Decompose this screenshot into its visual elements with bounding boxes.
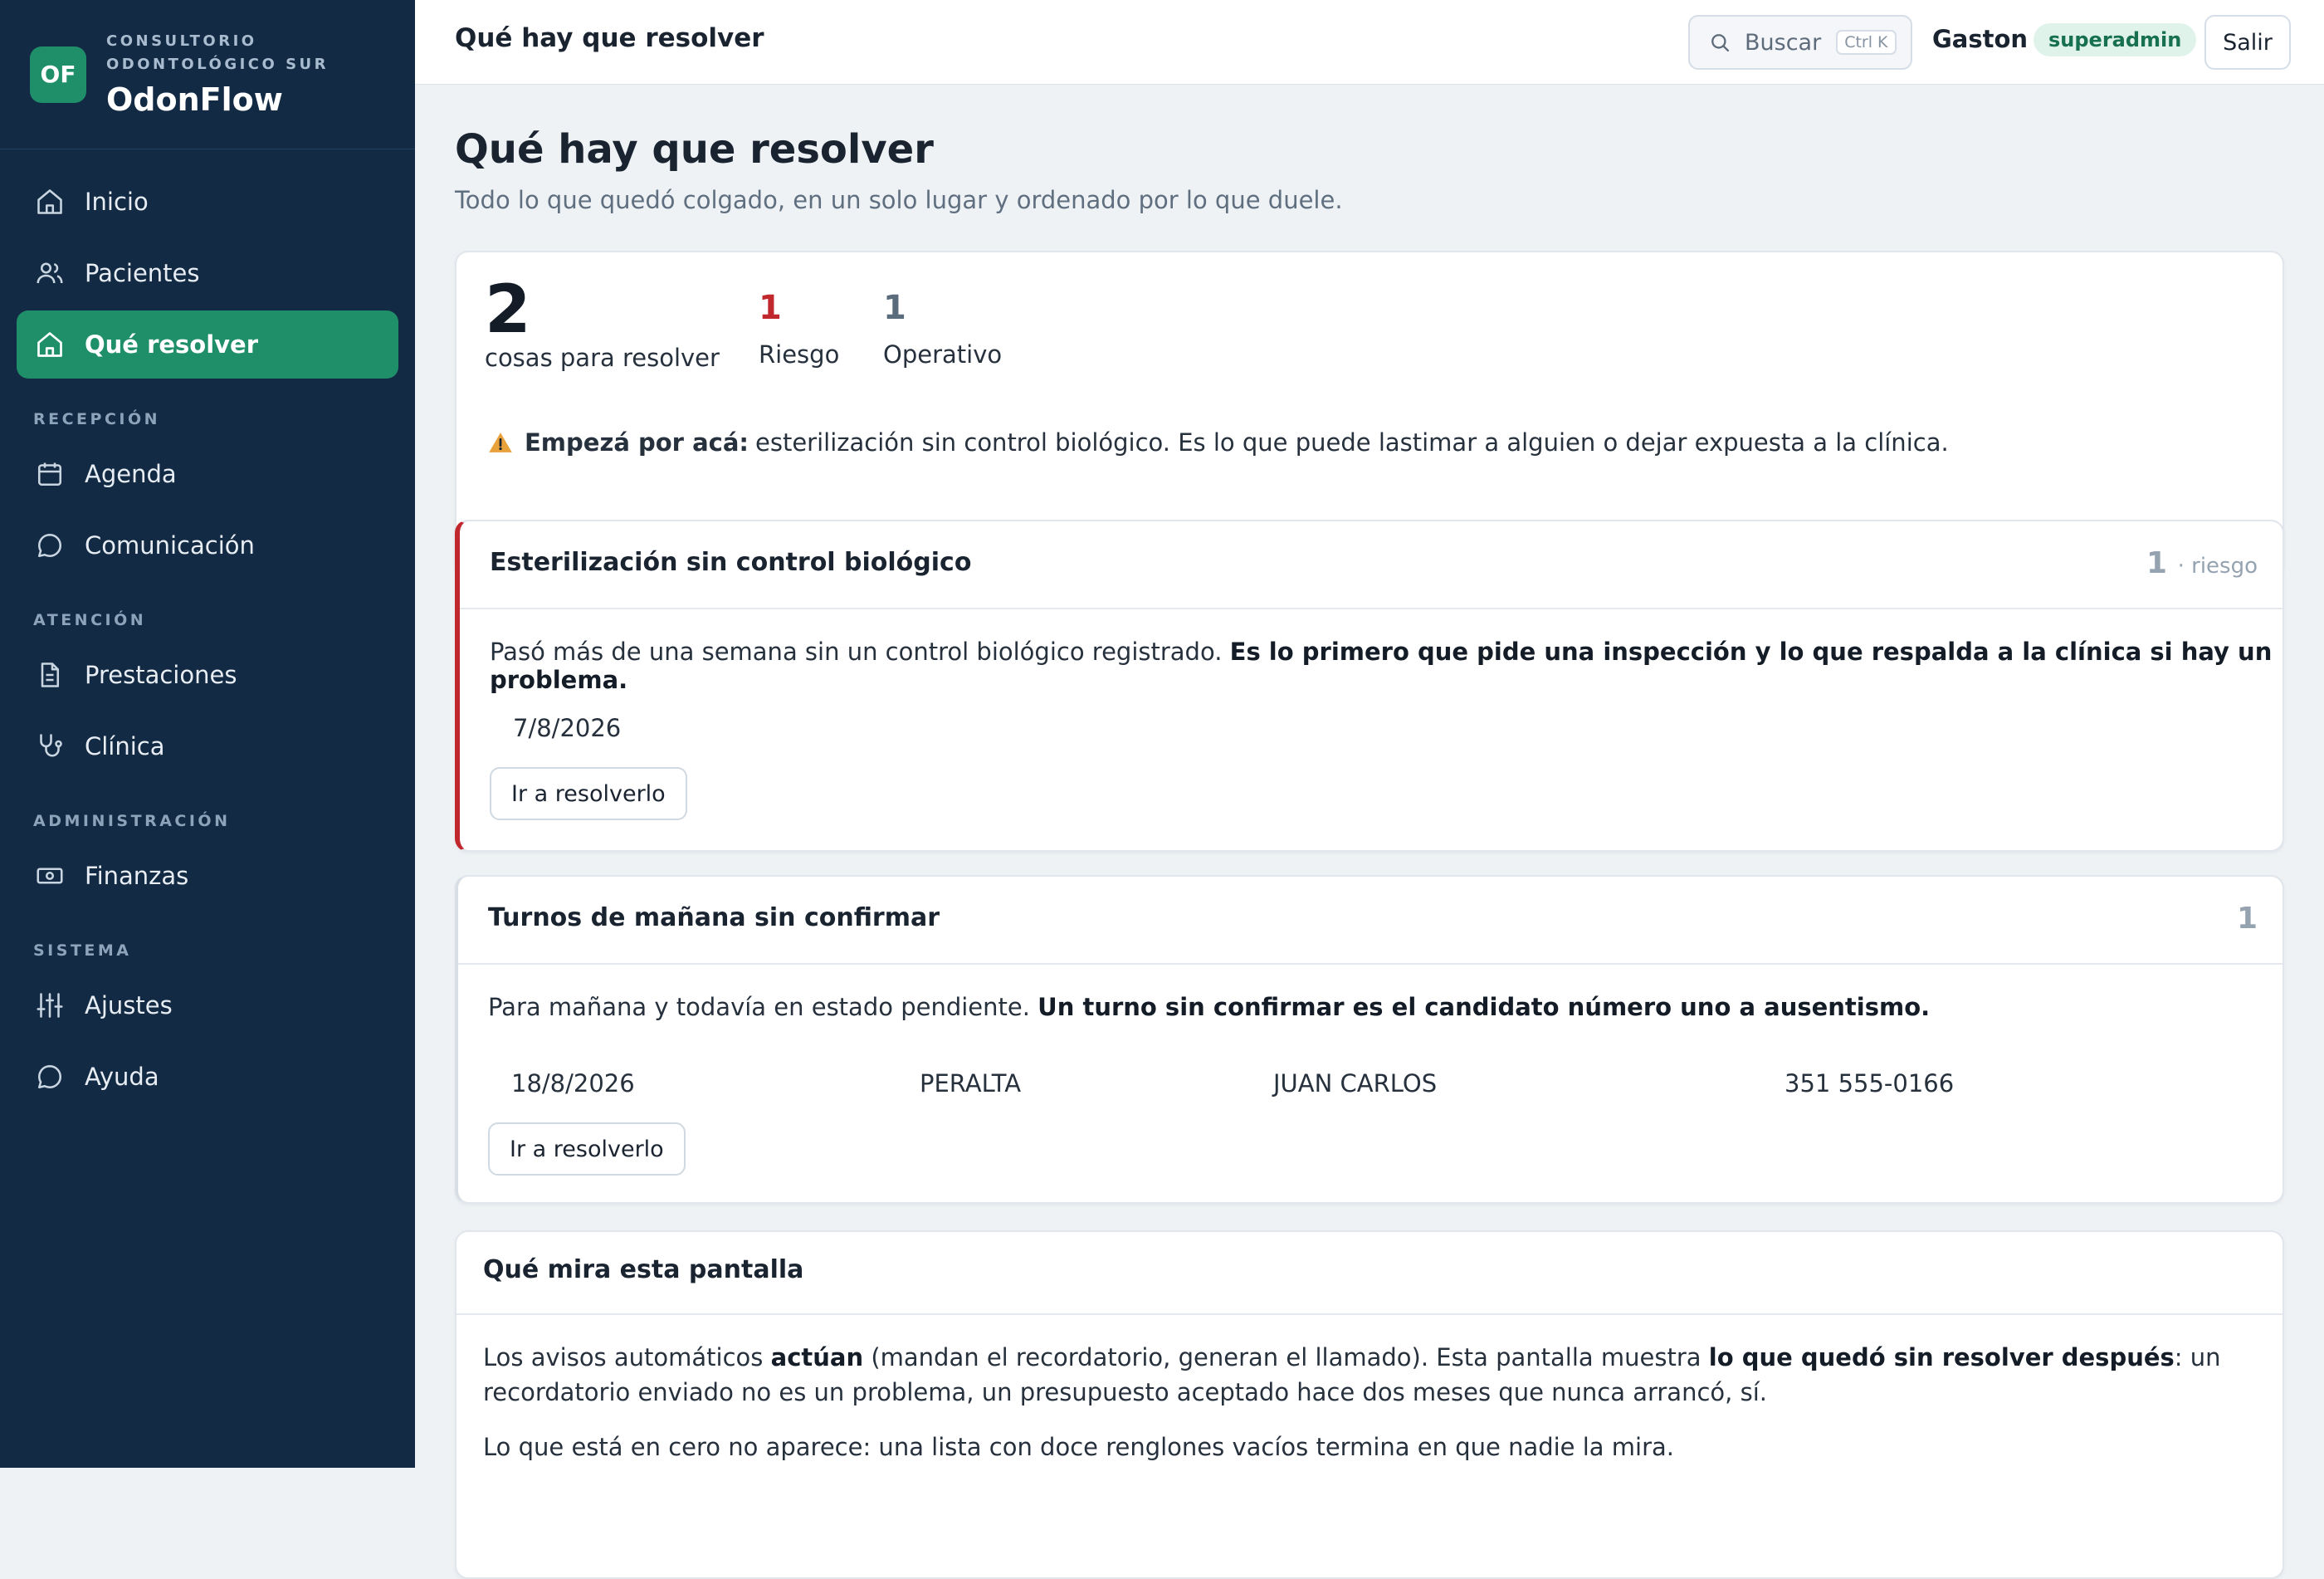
sidebar-item-label: Ajustes bbox=[85, 991, 173, 1019]
resolve-button[interactable]: Ir a resolverlo bbox=[490, 767, 687, 820]
search-shortcut: Ctrl K bbox=[1836, 30, 1897, 55]
issue-count: 1 bbox=[2237, 902, 2258, 936]
issue-desc-text: Para mañana y todavía en estado pendient… bbox=[488, 993, 1030, 1021]
issue-count-value: 1 bbox=[2146, 546, 2168, 580]
start-here-hint: Empezá por acá: esterilización sin contr… bbox=[488, 428, 1949, 457]
hint-text: esterilización sin control biológico. Es… bbox=[755, 428, 1949, 457]
sliders-icon bbox=[35, 990, 65, 1020]
banknote-icon bbox=[35, 861, 65, 891]
info-p1-c: (mandan el recordatorio, generan el llam… bbox=[863, 1343, 1709, 1371]
sidebar-item-ajustes[interactable]: Ajustes bbox=[17, 971, 398, 1039]
sidebar-item-comunicacion[interactable]: Comunicación bbox=[17, 511, 398, 579]
info-p1-b: actúan bbox=[770, 1343, 864, 1371]
sidebar-item-label: Comunicación bbox=[85, 531, 255, 560]
topbar-title: Qué hay que resolver bbox=[455, 23, 764, 53]
info-p1-a: Los avisos automáticos bbox=[483, 1343, 771, 1371]
nav-section-administracion: ADMINISTRACIÓN bbox=[33, 812, 231, 830]
nav-section-sistema: SISTEMA bbox=[33, 941, 132, 960]
issue-date: 18/8/2026 bbox=[511, 1069, 635, 1097]
sidebar-item-label: Inicio bbox=[85, 188, 149, 216]
issue-date: 7/8/2026 bbox=[513, 714, 622, 742]
sidebar-nav: Inicio Pacientes Qué resolver RECEPCIÓN … bbox=[0, 149, 415, 1111]
summary-ops-count: 1 bbox=[883, 289, 906, 327]
brand[interactable]: OF CONSULTORIO ODONTOLÓGICO SUR OdonFlow bbox=[0, 0, 415, 149]
calendar-icon bbox=[35, 459, 65, 489]
issue-count: 1 · riesgo bbox=[2146, 546, 2258, 580]
sidebar-item-que-resolver[interactable]: Qué resolver bbox=[17, 310, 398, 379]
sidebar-item-finanzas[interactable]: Finanzas bbox=[17, 842, 398, 910]
nav-section-recepcion: RECEPCIÓN bbox=[33, 410, 161, 428]
role-badge: superadmin bbox=[2034, 23, 2197, 56]
brand-logo: OF bbox=[30, 46, 86, 103]
sidebar-item-label: Qué resolver bbox=[85, 330, 259, 359]
info-p1-d: lo que quedó sin resolver después bbox=[1708, 1343, 2175, 1371]
issue-title: Esterilización sin control biológico bbox=[490, 548, 972, 577]
stethoscope-icon bbox=[35, 731, 65, 761]
hint-strong: Empezá por acá: bbox=[525, 428, 749, 457]
summary-total: 2 bbox=[485, 271, 531, 348]
sidebar-item-label: Clínica bbox=[85, 732, 165, 760]
sidebar-item-label: Finanzas bbox=[85, 862, 189, 890]
brand-text: CONSULTORIO ODONTOLÓGICO SUR OdonFlow bbox=[106, 30, 329, 120]
sidebar-item-label: Prestaciones bbox=[85, 661, 237, 689]
issue-card: Esterilización sin control biológico 1 ·… bbox=[455, 520, 2284, 852]
issue-header: Turnos de mañana sin confirmar 1 bbox=[458, 877, 2282, 965]
home-icon bbox=[35, 330, 65, 359]
brand-sub-1: CONSULTORIO bbox=[106, 32, 257, 50]
page-title: Qué hay que resolver bbox=[455, 126, 934, 173]
nav-section-atencion: ATENCIÓN bbox=[33, 611, 147, 629]
summary-total-label: cosas para resolver bbox=[485, 344, 720, 372]
chat-bubble-icon bbox=[35, 530, 65, 560]
document-icon bbox=[35, 660, 65, 690]
issue-description: Pasó más de una semana sin un control bi… bbox=[490, 638, 2282, 694]
sidebar-item-ayuda[interactable]: Ayuda bbox=[17, 1043, 398, 1111]
page-subtitle: Todo lo que quedó colgado, en un solo lu… bbox=[455, 186, 1343, 214]
issue-card: Turnos de mañana sin confirmar 1 Para ma… bbox=[455, 875, 2284, 1204]
patient-first-name: JUAN CARLOS bbox=[1273, 1069, 1438, 1097]
brand-name: OdonFlow bbox=[106, 81, 283, 118]
search-button[interactable]: Buscar Ctrl K bbox=[1688, 15, 1912, 70]
search-icon bbox=[1711, 34, 1730, 52]
users-icon bbox=[35, 258, 65, 288]
sidebar-item-pacientes[interactable]: Pacientes bbox=[17, 239, 398, 307]
summary-risk-count: 1 bbox=[759, 289, 782, 327]
info-paragraph-1: Los avisos automáticos actúan (mandan el… bbox=[483, 1340, 2243, 1410]
sidebar-item-label: Ayuda bbox=[85, 1063, 159, 1091]
sidebar-item-label: Pacientes bbox=[85, 259, 200, 287]
patient-phone: 351 555-0166 bbox=[1784, 1069, 1955, 1097]
patient-last-name: PERALTA bbox=[920, 1069, 1022, 1097]
issue-desc-strong: Un turno sin confirmar es el candidato n… bbox=[1038, 993, 1931, 1021]
info-header: Qué mira esta pantalla bbox=[456, 1232, 2282, 1315]
sidebar-item-inicio[interactable]: Inicio bbox=[17, 168, 398, 236]
resolve-button[interactable]: Ir a resolverlo bbox=[488, 1122, 686, 1176]
user-name: Gaston bbox=[1932, 25, 2029, 53]
info-title: Qué mira esta pantalla bbox=[483, 1255, 804, 1284]
chat-bubble-icon bbox=[35, 1062, 65, 1092]
summary-ops-label: Operativo bbox=[883, 340, 1003, 369]
logout-button[interactable]: Salir bbox=[2204, 15, 2291, 70]
topbar: Qué hay que resolver Buscar Ctrl K Gasto… bbox=[415, 0, 2324, 85]
sidebar: OF CONSULTORIO ODONTOLÓGICO SUR OdonFlow… bbox=[0, 0, 415, 1468]
home-icon bbox=[35, 187, 65, 217]
sidebar-item-agenda[interactable]: Agenda bbox=[17, 440, 398, 508]
info-paragraph-2: Lo que está en cero no aparece: una list… bbox=[483, 1433, 1675, 1461]
issue-header: Esterilización sin control biológico 1 ·… bbox=[460, 521, 2282, 609]
brand-sub-2: ODONTOLÓGICO SUR bbox=[106, 55, 330, 73]
issue-count-value: 1 bbox=[2236, 902, 2258, 936]
sidebar-item-clinica[interactable]: Clínica bbox=[17, 712, 398, 780]
summary-risk-label: Riesgo bbox=[759, 340, 840, 369]
warning-icon bbox=[489, 433, 512, 452]
issue-description: Para mañana y todavía en estado pendient… bbox=[488, 993, 1930, 1021]
sidebar-item-label: Agenda bbox=[85, 460, 177, 488]
search-label: Buscar bbox=[1745, 29, 1822, 56]
issue-title: Turnos de mañana sin confirmar bbox=[488, 903, 940, 932]
issue-count-label: · riesgo bbox=[2177, 554, 2258, 579]
sidebar-item-prestaciones[interactable]: Prestaciones bbox=[17, 641, 398, 709]
issue-desc-text: Pasó más de una semana sin un control bi… bbox=[490, 638, 1223, 666]
info-card: Qué mira esta pantalla Los avisos automá… bbox=[455, 1230, 2284, 1579]
